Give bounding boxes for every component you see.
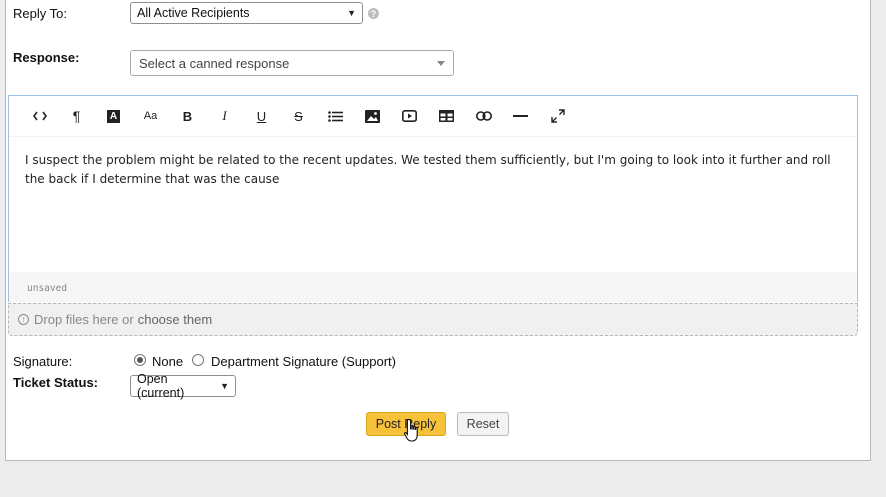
ticket-status-value: Open (current): [137, 372, 185, 400]
dropzone-text: Drop files here or: [34, 312, 134, 327]
hand-cursor-icon: [403, 418, 418, 442]
canned-response-placeholder: Select a canned response: [139, 56, 290, 71]
signature-label: Signature:: [13, 354, 73, 369]
upload-icon: ↑: [18, 314, 29, 325]
font-size-icon[interactable]: Aa: [132, 102, 169, 130]
signature-none-radio[interactable]: [134, 354, 146, 366]
reply-to-value: All Active Recipients: [137, 6, 250, 20]
image-icon[interactable]: [354, 102, 391, 130]
paragraph-icon[interactable]: ¶: [58, 102, 95, 130]
editor-toolbar: ¶ A Aa B I U S: [9, 96, 857, 136]
choose-files-link[interactable]: choose them: [138, 312, 212, 327]
canned-response-select[interactable]: Select a canned response: [130, 50, 454, 76]
bullet-list-icon[interactable]: [317, 102, 354, 130]
table-icon[interactable]: [428, 102, 465, 130]
horizontal-rule-icon[interactable]: [502, 102, 539, 130]
chevron-down-icon: ▼: [347, 8, 356, 18]
file-dropzone[interactable]: ↑ Drop files here or choose them: [8, 303, 858, 336]
video-icon[interactable]: [391, 102, 428, 130]
draft-status: unsaved: [9, 272, 857, 302]
underline-icon[interactable]: U: [243, 102, 280, 130]
ticket-status-label: Ticket Status:: [13, 375, 99, 390]
question-icon[interactable]: ?: [368, 8, 379, 19]
ticket-status-select[interactable]: Open (current) ▼: [130, 372, 236, 400]
link-icon[interactable]: [465, 102, 502, 130]
strikethrough-icon[interactable]: S: [280, 102, 317, 130]
rich-text-editor: ¶ A Aa B I U S I suspect the problem mig: [8, 95, 858, 302]
italic-icon[interactable]: I: [206, 102, 243, 130]
reply-to-select[interactable]: All Active Recipients ▼: [130, 2, 363, 24]
reset-button[interactable]: Reset: [457, 412, 509, 436]
response-label: Response:: [13, 50, 80, 65]
chevron-down-icon: [437, 61, 445, 66]
fullscreen-icon[interactable]: [539, 102, 576, 130]
signature-department-radio[interactable]: [192, 354, 204, 366]
message-body[interactable]: I suspect the problem might be related t…: [9, 136, 857, 271]
text-color-icon[interactable]: A: [95, 102, 132, 130]
chevron-down-icon: ▼: [220, 381, 229, 391]
signature-none-label: None: [152, 354, 184, 369]
reply-to-label: Reply To:: [13, 6, 67, 21]
code-view-icon[interactable]: [21, 102, 58, 130]
signature-department-label: Department Signature (Support): [211, 354, 396, 369]
bold-icon[interactable]: B: [169, 102, 206, 130]
